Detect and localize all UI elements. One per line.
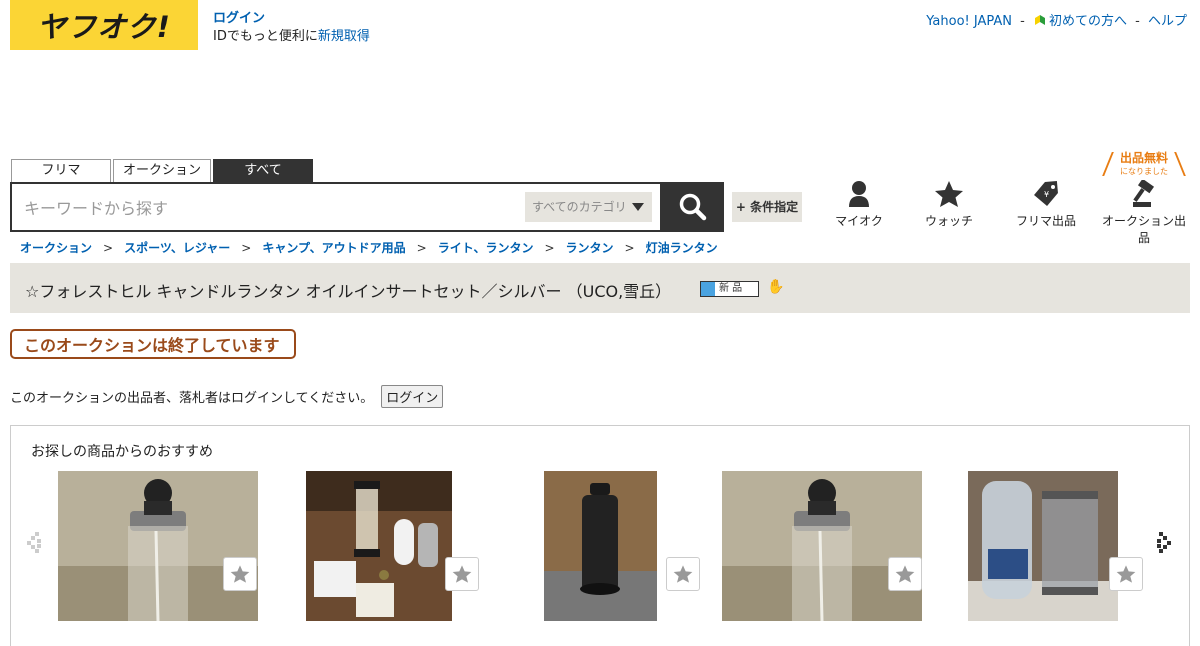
breadcrumb-arrow: >: [416, 241, 427, 255]
product-image[interactable]: [968, 471, 1118, 621]
breadcrumb-arrow: >: [624, 241, 635, 255]
breadcrumb-item[interactable]: 灯油ランタン: [646, 241, 718, 255]
tab-auction[interactable]: オークション: [113, 159, 211, 182]
auction-ended-notice: このオークションは終了しています: [10, 329, 296, 359]
help-link[interactable]: ヘルプ: [1148, 14, 1187, 29]
nav-label: オークション出品: [1101, 214, 1186, 245]
nav-furima-listing[interactable]: ¥ フリマ出品: [1001, 180, 1091, 229]
login-message-row: このオークションの出品者、落札者はログインしてください。 ログイン: [10, 385, 444, 408]
search-button[interactable]: [662, 182, 724, 232]
top-links: Yahoo! JAPAN - 初めての方へ - ヘルプ: [926, 10, 1187, 29]
login-button[interactable]: ログイン: [381, 385, 444, 408]
nav-myauc[interactable]: マイオク: [814, 180, 904, 229]
star-icon: [230, 565, 250, 583]
badge-square-icon: [701, 282, 715, 296]
search-tabs: フリマ オークション すべて: [11, 159, 313, 182]
product-image[interactable]: [544, 471, 657, 621]
nav-label: フリマ出品: [1015, 214, 1076, 228]
product-image[interactable]: [306, 471, 452, 621]
product-image[interactable]: [722, 471, 922, 621]
yahuoku-logo[interactable]: ヤフオク!: [10, 0, 198, 50]
price-tag-icon: ¥: [1034, 180, 1058, 206]
star-icon: [1116, 565, 1136, 583]
category-select-label: すべてのカテゴリ: [532, 200, 627, 214]
recommend-title: お探しの商品からのおすすめ: [31, 444, 213, 460]
carousel-prev-icon[interactable]: [25, 530, 45, 560]
login-block: ログイン IDでもっと便利に新規取得: [213, 10, 370, 46]
top-link-separator: -: [1020, 14, 1025, 29]
search-box: すべてのカテゴリ: [10, 182, 662, 232]
watch-star-button[interactable]: [1109, 557, 1143, 591]
watch-star-button[interactable]: [223, 557, 257, 591]
nav-watch[interactable]: ウォッチ: [904, 180, 994, 229]
beginner-leaf-icon: [1033, 13, 1047, 27]
search-input[interactable]: [22, 184, 521, 232]
star-icon: [895, 565, 915, 583]
free-badge-main: 出品無料: [1119, 151, 1168, 165]
breadcrumb-arrow: >: [103, 241, 114, 255]
gavel-icon: [1133, 180, 1155, 207]
login-message: このオークションの出品者、落札者はログインしてください。: [10, 391, 374, 406]
search-icon: [679, 193, 707, 221]
tab-all[interactable]: すべて: [213, 159, 313, 182]
breadcrumb-item[interactable]: キャンプ、アウトドア用品: [262, 241, 405, 255]
nav-auction-listing[interactable]: オークション出品: [1099, 180, 1189, 246]
breadcrumb-item[interactable]: スポーツ、レジャー: [124, 241, 230, 255]
free-listing-badge: 出品無料 になりました: [1103, 152, 1185, 178]
watch-star-button[interactable]: [888, 557, 922, 591]
new-badge-label: 新 品: [719, 283, 743, 294]
recommend-panel: お探しの商品からのおすすめ: [10, 425, 1190, 646]
carousel-next-icon[interactable]: [1155, 530, 1175, 560]
breadcrumb-arrow: >: [241, 241, 252, 255]
register-link[interactable]: 新規取得: [318, 29, 370, 44]
breadcrumb-item[interactable]: オークション: [20, 241, 92, 255]
hand-icon: ✋: [767, 279, 785, 295]
login-promo-text: IDでもっと便利に: [213, 29, 318, 44]
breadcrumb-arrow: >: [544, 241, 555, 255]
login-link[interactable]: ログイン: [213, 10, 370, 28]
free-badge-sub: になりました: [1120, 167, 1168, 176]
item-title: ☆フォレストヒル キャンドルランタン オイルインサートセット／シルバー （UCO…: [25, 282, 672, 301]
dropdown-triangle-icon: [632, 203, 644, 211]
star-icon: [452, 565, 472, 583]
logo-text: ヤフオク!: [37, 10, 171, 44]
product-image[interactable]: [58, 471, 258, 621]
star-icon: [935, 181, 963, 207]
item-title-bar: ☆フォレストヒル キャンドルランタン オイルインサートセット／シルバー （UCO…: [10, 263, 1190, 313]
svg-text:¥: ¥: [1044, 190, 1049, 199]
condition-button[interactable]: + 条件指定: [732, 192, 802, 222]
beginner-link[interactable]: 初めての方へ: [1049, 14, 1127, 29]
tab-furima[interactable]: フリマ: [11, 159, 111, 182]
watch-star-button[interactable]: [445, 557, 479, 591]
person-icon: [849, 181, 869, 207]
breadcrumb: オークション > スポーツ、レジャー > キャンプ、アウトドア用品 > ライト、ランタン > ラ…: [20, 239, 718, 256]
breadcrumb-item[interactable]: ライト、ランタン: [438, 241, 534, 255]
yahoo-japan-link[interactable]: Yahoo! JAPAN: [926, 14, 1012, 29]
new-item-badge: 新 品: [700, 281, 759, 297]
breadcrumb-item[interactable]: ランタン: [566, 241, 614, 255]
watch-star-button[interactable]: [666, 557, 700, 591]
nav-label: マイオク: [835, 214, 883, 228]
category-select[interactable]: すべてのカテゴリ: [525, 192, 652, 222]
top-link-separator: -: [1135, 14, 1140, 29]
nav-label: ウォッチ: [924, 214, 973, 228]
star-icon: [673, 565, 693, 583]
